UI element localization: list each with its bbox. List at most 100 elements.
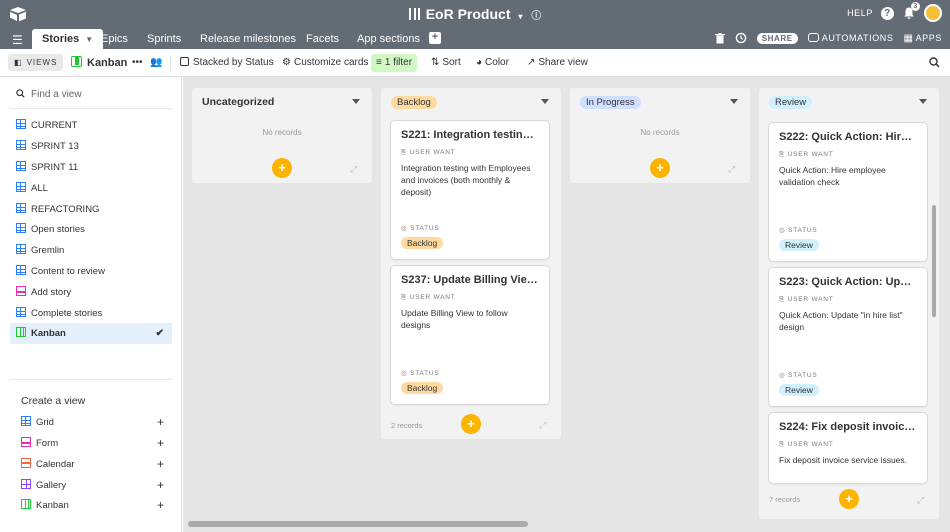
chevron-down-icon[interactable] (541, 99, 549, 104)
help-label[interactable]: HELP (847, 8, 873, 18)
status-badge: Backlog (401, 237, 444, 249)
create-gallery-view[interactable]: Gallery + (21, 475, 166, 496)
create-form-view[interactable]: Form + (21, 433, 166, 454)
field-label: ◎ STATUS (401, 369, 440, 377)
search-icon[interactable] (929, 57, 940, 68)
sidebar-item-open-stories[interactable]: Open stories (10, 219, 172, 240)
views-label: VIEWS (26, 58, 58, 67)
help-icon[interactable]: ? (881, 6, 894, 20)
sidebar-item-label: CURRENT (31, 120, 78, 131)
add-record-button[interactable]: + (272, 158, 292, 178)
chevron-down-icon[interactable] (730, 99, 738, 104)
sidebar-item-refactoring[interactable]: REFACTORING (10, 199, 172, 220)
add-table-icon[interactable]: + (429, 32, 441, 44)
notifications-button[interactable]: 3 (902, 2, 920, 20)
trash-icon[interactable] (714, 32, 725, 44)
divider (10, 379, 172, 380)
text-field-icon: ⎘ (401, 294, 410, 301)
plus-icon[interactable]: + (157, 454, 164, 475)
sidebar-item-label: Open stories (31, 224, 85, 235)
collaborators-icon[interactable]: 👥 (146, 54, 166, 72)
chevron-down-icon[interactable] (919, 99, 927, 104)
expand-icon[interactable]: ⤢ (539, 420, 549, 430)
chevron-down-icon[interactable] (352, 99, 360, 104)
record-card[interactable]: S221: Integration testing ... ⎘ USER WAN… (391, 121, 549, 259)
form-view-icon (16, 286, 26, 296)
create-grid-view[interactable]: Grid + (21, 412, 166, 433)
record-card[interactable]: S223: Quick Action: Upda... ⎘ USER WANT … (769, 268, 927, 406)
record-card[interactable]: S222: Quick Action: Hire e... ⎘ USER WAN… (769, 123, 927, 261)
create-item-label: Kanban (36, 500, 69, 511)
view-toolbar: ◧ VIEWS Kanban ••• 👥 Stacked by Status ⚙ C… (0, 49, 950, 77)
share-button[interactable]: SHARE (756, 32, 798, 44)
sidebar-item-kanban[interactable]: Kanban ✔ (10, 323, 172, 344)
views-toggle-button[interactable]: ◧ VIEWS (8, 54, 64, 71)
plus-icon[interactable]: + (157, 475, 164, 496)
field-label: ⎘ USER WANT (401, 149, 539, 157)
status-badge: Review (779, 239, 819, 251)
sidebar-item-add-story[interactable]: Add story (10, 282, 172, 303)
sort-button[interactable]: ⇅ Sort (427, 54, 465, 72)
status-field-icon: ◎ (779, 372, 789, 379)
expand-icon[interactable]: ⤢ (728, 164, 738, 174)
vertical-scrollbar[interactable] (932, 205, 936, 317)
create-calendar-view[interactable]: Calendar + (21, 454, 166, 475)
grid-view-icon (16, 119, 26, 129)
share-view-button[interactable]: ↗ Share view (523, 54, 592, 72)
sidebar-item-all[interactable]: ALL (10, 178, 172, 199)
plus-icon[interactable]: + (157, 495, 164, 516)
sidebar-item-current[interactable]: CURRENT (10, 115, 172, 136)
tab-sprints[interactable]: Sprints (137, 29, 191, 49)
tab-app-sections[interactable]: App sections (347, 29, 430, 49)
apps-label: APPS (915, 32, 942, 43)
field-label: ⎘ USER WANT (779, 441, 917, 449)
user-avatar[interactable] (924, 4, 942, 22)
sidebar-item-complete-stories[interactable]: Complete stories (10, 303, 172, 324)
status-field-icon: ◎ (401, 225, 411, 232)
add-record-button[interactable]: + (650, 158, 670, 178)
customize-cards-button[interactable]: ⚙ Customize cards (278, 54, 372, 72)
chevron-down-icon[interactable]: ▾ (518, 12, 522, 21)
plus-icon[interactable]: + (157, 433, 164, 454)
sidebar-item-label: ALL (31, 183, 48, 194)
find-view-placeholder: Find a view (31, 89, 82, 100)
base-title[interactable]: EoR Product ▾ ⓘ (0, 6, 950, 22)
color-label: Color (485, 57, 509, 68)
find-view-input[interactable]: Find a view (16, 89, 82, 100)
apps-button[interactable]: ▦ APPS (904, 33, 942, 44)
field-label: ⎘ USER WANT (401, 294, 539, 302)
stack-header: Review (759, 88, 939, 114)
apps-grid-icon: ▦ (903, 32, 914, 44)
stacked-by-button[interactable]: Stacked by Status (176, 54, 278, 72)
add-record-button[interactable]: + (839, 489, 859, 509)
sidebar-item-content-to-review[interactable]: Content to review (10, 261, 172, 282)
sidebar-toggle-icon: ◧ (14, 58, 23, 67)
grid-view-icon (16, 182, 26, 192)
create-kanban-view[interactable]: Kanban + (21, 495, 166, 516)
sidebar-item-sprint-13[interactable]: SPRINT 13 (10, 136, 172, 157)
expand-icon[interactable]: ⤢ (350, 164, 360, 174)
current-view-selector[interactable]: Kanban (71, 54, 127, 72)
info-icon[interactable]: ⓘ (531, 11, 541, 22)
automations-button[interactable]: AUTOMATIONS (807, 33, 894, 43)
sidebar-item-sprint-11[interactable]: SPRINT 11 (10, 157, 172, 178)
color-button[interactable]: ◕ Color (472, 54, 513, 72)
record-card[interactable]: S224: Fix deposit invoice ... ⎘ USER WAN… (769, 413, 927, 483)
record-card[interactable]: S237: Update Billing View ... ⎘ USER WAN… (391, 266, 549, 404)
tab-facets[interactable]: Facets (296, 29, 349, 49)
sidebar-item-gremlin[interactable]: Gremlin (10, 240, 172, 261)
horizontal-scrollbar[interactable] (188, 521, 528, 527)
add-record-button[interactable]: + (461, 414, 481, 434)
gear-icon: ⚙ (282, 57, 291, 68)
expand-icon[interactable]: ⤢ (917, 495, 927, 505)
tab-epics[interactable]: Epics (91, 29, 138, 49)
view-options-icon[interactable]: ••• (128, 54, 147, 72)
history-icon[interactable] (735, 32, 747, 44)
tab-release-milestones[interactable]: Release milestones (190, 29, 306, 49)
kanban-view-icon (16, 327, 26, 337)
empty-stack-message: No records (640, 128, 680, 137)
filter-button[interactable]: ≡ 1 filter (371, 54, 418, 72)
plus-icon[interactable]: + (157, 412, 164, 433)
hamburger-menu-icon[interactable]: ☰ (12, 33, 23, 47)
field-label-text: STATUS (788, 372, 818, 379)
